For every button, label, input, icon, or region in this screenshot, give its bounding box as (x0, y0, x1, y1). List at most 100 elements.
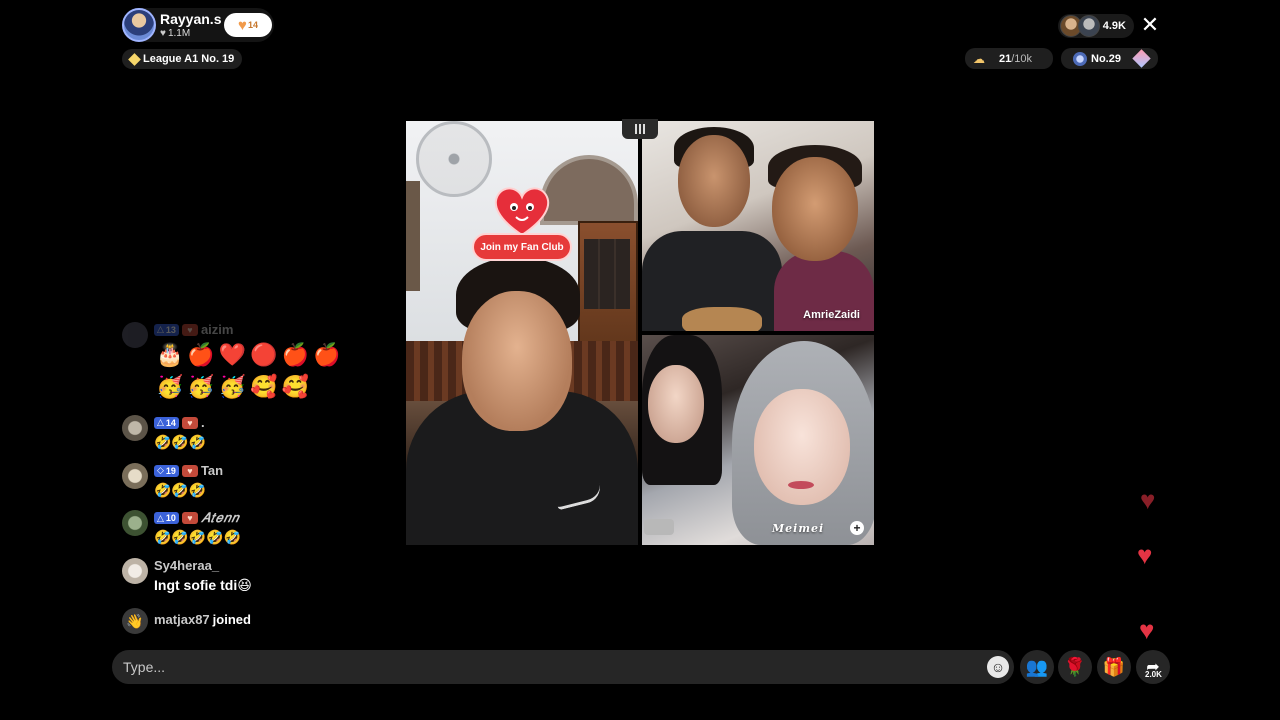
chat-text: 🤣🤣🤣 (154, 434, 207, 450)
join-notice[interactable]: 👋 matjax87 joined (122, 608, 322, 634)
rose-icon: 🌹 (1063, 656, 1087, 677)
host-name: Rayyan.s (160, 10, 222, 27)
guitar (682, 307, 762, 331)
chat-username[interactable]: . (201, 415, 205, 430)
close-icon[interactable]: ✕ (1140, 14, 1160, 36)
video-stage: Join my Fan Club AmrieZaidi 𝑴𝒆𝒊𝒎𝒆𝒊 + (406, 119, 874, 545)
gift-goal[interactable]: ☁ 21/10k (965, 48, 1053, 69)
chat-text: Ingt sofie tdi😆 (154, 577, 252, 593)
goal-progress: 21/10k (999, 53, 1032, 65)
league-label: League A1 No. 19 (143, 53, 235, 65)
guest-name[interactable]: AmrieZaidi (803, 309, 860, 321)
join-notice-text: matjax87 joined (154, 612, 251, 627)
level-number: 10 (165, 513, 176, 523)
user-avatar[interactable] (122, 322, 148, 348)
level-number: 19 (165, 465, 176, 476)
fan-club-level: 14 (247, 20, 258, 30)
gift-emoji-row: 🎂🍎❤️🔴🍎🍎 (156, 342, 345, 367)
join-text: joined (212, 612, 251, 627)
level-badge: △ 14 (154, 416, 179, 429)
guest-video-tile[interactable]: AmrieZaidi (642, 121, 874, 331)
floating-heart-icon: ♥ (1137, 540, 1153, 570)
floating-heart-icon: ♥ (1139, 615, 1155, 645)
rose-gift-button[interactable]: 🌹 (1058, 650, 1092, 684)
level-number: 14 (165, 417, 176, 428)
fan-club-heart-icon: ♥ (238, 16, 247, 34)
chat-username[interactable]: Tan (201, 463, 223, 478)
chat-username[interactable]: aizim (201, 322, 234, 337)
chat-message-header: Sy4heraa_ (154, 558, 219, 573)
heart-icon: ♥ (160, 27, 166, 39)
comment-input[interactable] (123, 659, 983, 675)
host-info: Rayyan.s ♥ 1.1M (160, 12, 221, 39)
chat-message-header: △ 10 ♥ 𝐴𝑡𝑒𝑛𝑛 (154, 510, 239, 526)
fan-club-button[interactable]: ♥ 14 (224, 13, 272, 37)
chat-username[interactable]: matjax87 (154, 612, 210, 627)
ranking-badge[interactable]: No.29 (1061, 48, 1158, 69)
viewer-avatar[interactable] (1078, 15, 1100, 37)
door-glass (584, 239, 630, 309)
user-avatar[interactable] (122, 415, 148, 441)
host-video-tile[interactable]: Join my Fan Club (406, 121, 638, 545)
fan-badge-icon: ♥ (181, 416, 198, 429)
emoji-icon[interactable]: ☺ (987, 656, 1009, 678)
chat-message[interactable]: △ 13 ♥ aizim (122, 322, 382, 348)
level-badge: △ 10 (154, 512, 179, 524)
guest-video-tile[interactable]: 𝑴𝒆𝒊𝒎𝒆𝒊 + (642, 335, 874, 545)
guest-lips (788, 481, 814, 489)
guest-name[interactable]: 𝑴𝒆𝒊𝒎𝒆𝒊 (772, 522, 824, 535)
people-icon: 👥 (1025, 656, 1049, 677)
goal-target: /10k (1011, 52, 1033, 65)
chat-message[interactable]: △ 10 ♥ 𝐴𝑡𝑒𝑛𝑛 🤣🤣🤣🤣🤣 (122, 510, 322, 550)
gem-icon (1132, 49, 1151, 68)
gift-emoji-row: 🥳🥳🥳🥰🥰 (156, 374, 313, 399)
chat-username[interactable]: 𝐴𝑡𝑒𝑛𝑛 (201, 510, 239, 526)
level-badge: △ 13 (154, 323, 179, 336)
chat-text: 🤣🤣🤣 (154, 482, 207, 498)
follow-plus-icon[interactable]: + (850, 521, 864, 535)
gift-icon: 🎁 (1102, 656, 1126, 677)
wave-icon: 👋 (122, 608, 148, 634)
chat-message[interactable]: Sy4heraa_ Ingt sofie tdi😆 (122, 558, 322, 598)
host-likes: ♥ 1.1M (160, 27, 221, 39)
fan-badge-icon: ♥ (181, 512, 198, 524)
heart-mascot-icon (494, 187, 550, 237)
chat-message[interactable]: ◇ 19 ♥ Tan 🤣🤣🤣 (122, 463, 322, 503)
host-face (462, 291, 572, 431)
viewer-count: 4.9K (1102, 20, 1126, 32)
host-avatar[interactable] (122, 8, 156, 42)
chat-message[interactable]: △ 14 ♥ . 🤣🤣🤣 (122, 415, 322, 455)
fan-club-sticker-label: Join my Fan Club (472, 233, 572, 261)
level-badge: ◇ 19 (154, 464, 179, 477)
goal-current: 21 (999, 52, 1012, 65)
fan-club-sticker[interactable]: Join my Fan Club (472, 169, 572, 265)
guest-face (648, 365, 704, 443)
comment-bar[interactable] (112, 650, 1014, 684)
diamond-icon (128, 52, 141, 66)
share-count: 2.0K (1145, 670, 1162, 679)
chat-message-header: △ 13 ♥ aizim (154, 322, 233, 337)
fan-badge-icon: ♥ (181, 464, 198, 477)
chat-username[interactable]: Sy4heraa_ (154, 558, 219, 573)
league-badge[interactable]: League A1 No. 19 (122, 49, 243, 69)
user-avatar[interactable] (122, 510, 148, 536)
floating-heart-icon: ♥ (1140, 485, 1156, 515)
guest-face (772, 157, 858, 261)
user-avatar[interactable] (122, 558, 148, 584)
fan-badge-icon: ♥ (181, 323, 198, 336)
rank-avatar (1073, 51, 1087, 66)
viewer-list[interactable]: 4.9K (1058, 14, 1134, 38)
chat-message-header: ◇ 19 ♥ Tan (154, 463, 223, 478)
user-avatar[interactable] (122, 463, 148, 489)
gift-button[interactable]: 🎁 (1097, 650, 1131, 684)
layout-handle-icon[interactable] (622, 119, 658, 139)
chat-message-header: △ 14 ♥ . (154, 415, 205, 430)
level-number: 13 (165, 324, 176, 335)
rank-label: No.29 (1091, 52, 1121, 65)
chat-text: 🤣🤣🤣🤣🤣 (154, 529, 242, 545)
host-likes-count: 1.1M (167, 27, 191, 39)
wrist-watch (644, 519, 674, 535)
guest-face (678, 135, 750, 227)
guest-invite-button[interactable]: 👥 (1020, 650, 1054, 684)
wall-frame (406, 181, 420, 291)
